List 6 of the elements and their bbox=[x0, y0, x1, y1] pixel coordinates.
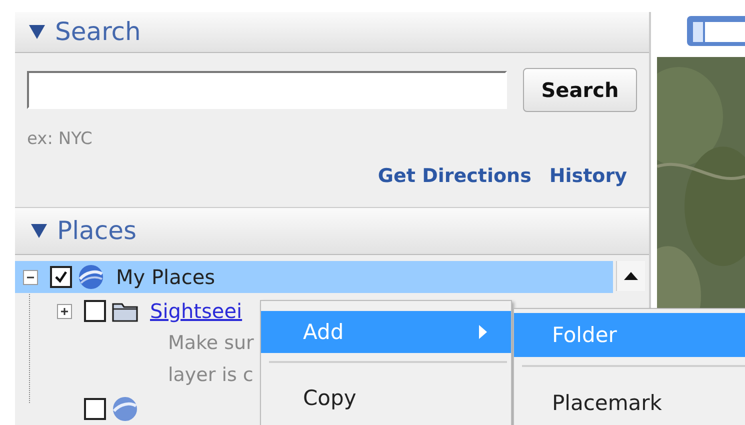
panel-title: Search bbox=[55, 17, 141, 46]
search-hint: ex: NYC bbox=[27, 128, 94, 149]
item-description: Make sur bbox=[168, 332, 254, 354]
tree-item-label: My Places bbox=[116, 265, 216, 289]
item-description: layer is c bbox=[168, 364, 254, 386]
panel-title: Places bbox=[57, 216, 136, 246]
